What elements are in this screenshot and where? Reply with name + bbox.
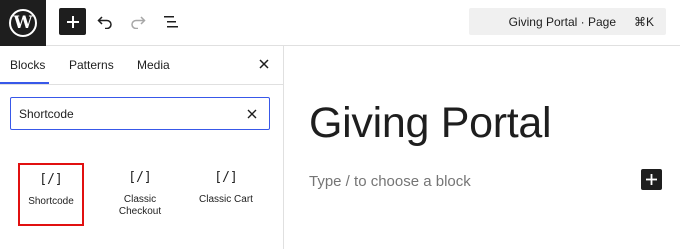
document-title: Giving Portal · Page (508, 15, 616, 29)
inserter-tabs: Blocks Patterns Media (0, 46, 283, 85)
block-search-field[interactable] (10, 97, 270, 130)
block-item-classic-checkout[interactable]: [/] Classic Checkout (104, 162, 176, 230)
document-overview-button[interactable] (158, 9, 184, 35)
editor-header: W Giving Portal · Page ⌘K (0, 0, 680, 46)
keyboard-shortcut-label: ⌘K (633, 15, 654, 29)
block-inserter-toggle-button[interactable] (59, 8, 86, 35)
shortcode-icon: [/] (128, 170, 152, 185)
block-item-shortcode[interactable]: [/] Shortcode (18, 163, 84, 226)
wordpress-logo-icon: W (9, 9, 37, 37)
block-item-label: Classic Checkout (118, 194, 162, 217)
wordpress-logo-button[interactable]: W (0, 0, 46, 46)
plus-icon (646, 174, 657, 185)
block-item-label: Shortcode (28, 196, 74, 207)
redo-button[interactable] (125, 9, 151, 35)
shortcode-icon: [/] (214, 170, 238, 185)
tab-patterns[interactable]: Patterns (69, 58, 114, 72)
plus-icon (66, 15, 79, 28)
undo-icon (97, 16, 112, 29)
close-icon (259, 59, 269, 69)
command-palette-button[interactable]: Giving Portal · Page ⌘K (469, 8, 666, 35)
active-tab-indicator (0, 82, 49, 84)
add-block-button[interactable] (641, 169, 662, 190)
clear-search-button[interactable] (245, 107, 259, 121)
shortcode-icon: [/] (39, 172, 63, 187)
document-overview-icon (164, 16, 178, 28)
page-title[interactable]: Giving Portal (309, 99, 552, 148)
close-inserter-button[interactable] (255, 55, 273, 73)
redo-icon (131, 16, 146, 29)
block-item-label: Classic Cart (199, 194, 253, 205)
block-search-input[interactable] (19, 105, 239, 123)
block-item-classic-cart[interactable]: [/] Classic Cart (190, 162, 262, 230)
default-block-appender[interactable]: Type / to choose a block (309, 173, 471, 190)
block-inserter-panel: Blocks Patterns Media [/] Shortcode [/] … (0, 46, 284, 249)
tab-media[interactable]: Media (137, 58, 170, 72)
tab-blocks[interactable]: Blocks (10, 58, 45, 72)
undo-button[interactable] (92, 9, 118, 35)
editor-canvas: Giving Portal Type / to choose a block (285, 46, 680, 249)
close-icon (247, 109, 257, 119)
